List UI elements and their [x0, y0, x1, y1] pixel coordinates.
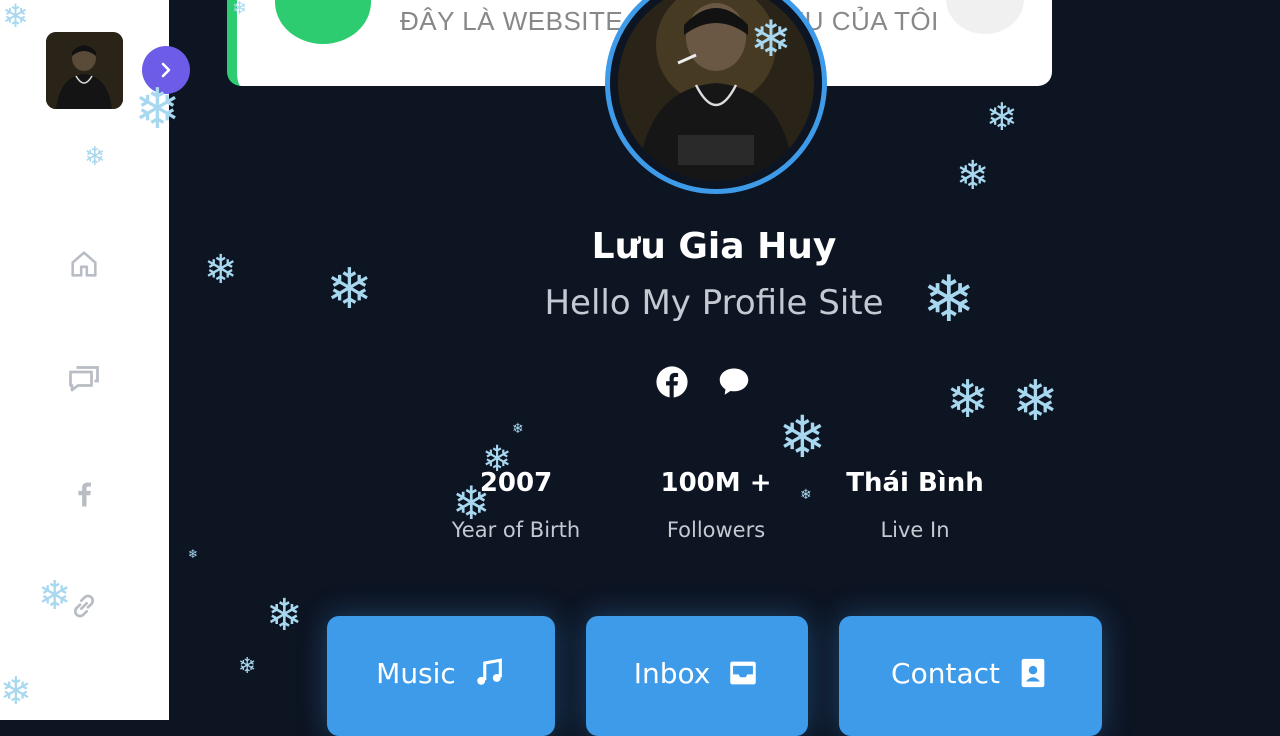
- snowflake-icon: ❄: [778, 403, 827, 471]
- grey-decor-circle: [946, 0, 1024, 34]
- social-chat-link[interactable]: [716, 364, 752, 400]
- sidebar-avatar[interactable]: [46, 32, 123, 109]
- link-icon: [73, 594, 95, 618]
- snowflake-icon: ❄: [1012, 369, 1059, 434]
- contact-button-label: Contact: [891, 657, 1000, 690]
- profile-avatar: [605, 0, 827, 194]
- music-note-icon: [477, 658, 502, 685]
- facebook-icon: [656, 366, 688, 398]
- music-button[interactable]: Music: [327, 616, 555, 736]
- snowflake-icon: ❄: [266, 590, 303, 641]
- stat-label: Live In: [880, 518, 950, 542]
- music-button-label: Music: [376, 657, 456, 690]
- stat-value: Thái Bình: [846, 468, 984, 498]
- snowflake-icon: ❄: [188, 547, 199, 561]
- chat-icon: [69, 366, 99, 392]
- stat-label: Followers: [666, 518, 766, 542]
- contact-button[interactable]: Contact: [839, 616, 1102, 736]
- contact-card-icon: [1021, 658, 1045, 688]
- stat-label: Year of Birth: [451, 518, 581, 542]
- snowflake-icon: ❄: [512, 421, 524, 437]
- inbox-button[interactable]: Inbox: [586, 616, 808, 736]
- snowflake-icon: ❄: [986, 95, 1018, 139]
- avatar-photo: [46, 32, 123, 109]
- chevron-right-icon: [161, 62, 171, 78]
- stat-followers: 100M + Followers: [616, 468, 816, 542]
- chat-bubble-icon: [719, 368, 749, 395]
- snowflake-icon: ❄: [946, 370, 990, 430]
- snowflake-icon: ❄: [238, 654, 257, 679]
- green-decor-circle: [275, 0, 371, 44]
- profile-subtitle: Hello My Profile Site: [544, 283, 884, 323]
- sidebar-toggle-button[interactable]: [142, 46, 190, 94]
- stat-value: 2007: [479, 468, 553, 498]
- sidebar-item-link[interactable]: [64, 586, 104, 626]
- stat-year-of-birth: 2007 Year of Birth: [416, 468, 616, 542]
- profile-name: Lưu Gia Huy: [591, 226, 837, 267]
- social-facebook-link[interactable]: [654, 364, 690, 400]
- facebook-icon: [78, 482, 91, 507]
- inbox-icon: [730, 661, 757, 685]
- snowflake-icon: ❄: [956, 153, 990, 199]
- profile-photo: [618, 0, 814, 181]
- inbox-button-label: Inbox: [633, 657, 711, 690]
- stat-value: 100M +: [660, 468, 772, 498]
- sidebar-item-chat[interactable]: [64, 358, 104, 398]
- sidebar-item-facebook[interactable]: [64, 474, 104, 514]
- stat-live-in: Thái Bình Live In: [815, 468, 1015, 542]
- sidebar: [0, 0, 190, 720]
